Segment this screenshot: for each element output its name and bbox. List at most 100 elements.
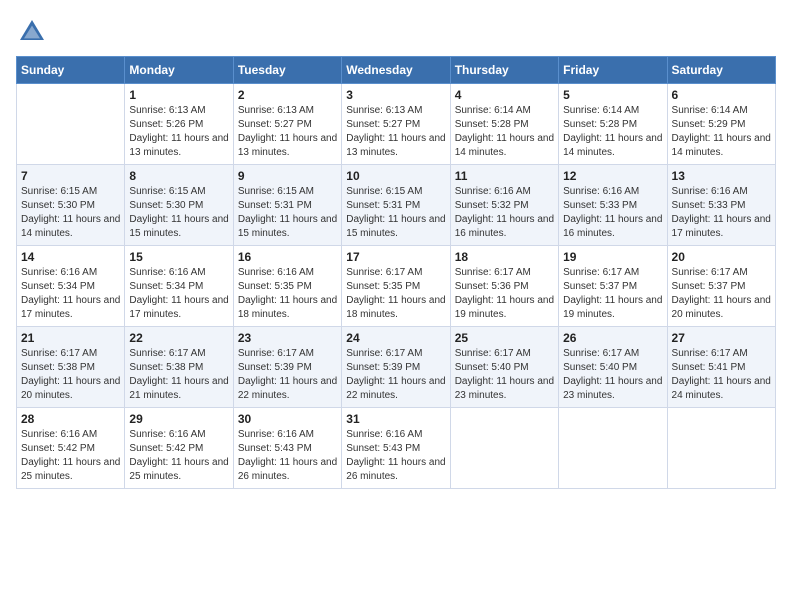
- day-number: 27: [672, 331, 771, 345]
- day-detail: Sunrise: 6:17 AMSunset: 5:38 PMDaylight:…: [129, 347, 228, 403]
- day-number: 17: [346, 250, 445, 264]
- day-number: 22: [129, 331, 228, 345]
- calendar-cell: [450, 408, 558, 489]
- day-detail: Sunrise: 6:15 AMSunset: 5:31 PMDaylight:…: [238, 185, 337, 241]
- day-detail: Sunrise: 6:14 AMSunset: 5:29 PMDaylight:…: [672, 104, 771, 160]
- day-detail: Sunrise: 6:16 AMSunset: 5:33 PMDaylight:…: [672, 185, 771, 241]
- calendar-cell: 29 Sunrise: 6:16 AMSunset: 5:42 PMDayligh…: [125, 408, 233, 489]
- calendar-cell: 6 Sunrise: 6:14 AMSunset: 5:29 PMDaylight…: [667, 84, 775, 165]
- calendar-cell: [17, 84, 125, 165]
- day-number: 4: [455, 88, 554, 102]
- calendar-cell: 17 Sunrise: 6:17 AMSunset: 5:35 PMDayligh…: [342, 246, 450, 327]
- day-detail: Sunrise: 6:16 AMSunset: 5:42 PMDaylight:…: [129, 428, 228, 484]
- weekday-header: Monday: [125, 57, 233, 84]
- calendar-cell: 25Sunrise: 6:17 AMSunset: 5:40 PMDayligh…: [450, 327, 558, 408]
- day-number: 11: [455, 169, 554, 183]
- calendar-cell: [667, 408, 775, 489]
- day-number: 24: [346, 331, 445, 345]
- day-detail: Sunrise: 6:17 AMSunset: 5:37 PMDaylight:…: [672, 266, 771, 322]
- day-detail: Sunrise: 6:14 AMSunset: 5:28 PMDaylight:…: [563, 104, 662, 160]
- day-detail: Sunrise: 6:17 AMSunset: 5:35 PMDaylight:…: [346, 266, 445, 322]
- day-detail: Sunrise: 6:15 AMSunset: 5:30 PMDaylight:…: [21, 185, 120, 241]
- calendar-cell: [559, 408, 667, 489]
- day-detail: Sunrise: 6:13 AMSunset: 5:27 PMDaylight:…: [346, 104, 445, 160]
- calendar-cell: 18 Sunrise: 6:17 AMSunset: 5:36 PMDayligh…: [450, 246, 558, 327]
- day-detail: Sunrise: 6:17 AMSunset: 5:39 PMDaylight:…: [238, 347, 337, 403]
- day-number: 2: [238, 88, 337, 102]
- day-number: 25: [455, 331, 554, 345]
- day-number: 14: [21, 250, 120, 264]
- day-detail: Sunrise: 6:13 AMSunset: 5:27 PMDaylight:…: [238, 104, 337, 160]
- calendar-cell: 11 Sunrise: 6:16 AMSunset: 5:32 PMDayligh…: [450, 165, 558, 246]
- calendar-cell: 28Sunrise: 6:16 AMSunset: 5:42 PMDayligh…: [17, 408, 125, 489]
- day-number: 30: [238, 412, 337, 426]
- day-detail: Sunrise: 6:16 AMSunset: 5:35 PMDaylight:…: [238, 266, 337, 322]
- day-detail: Sunrise: 6:16 AMSunset: 5:34 PMDaylight:…: [21, 266, 120, 322]
- calendar-week-row: 7 Sunrise: 6:15 AMSunset: 5:30 PMDaylight…: [17, 165, 776, 246]
- calendar-cell: 24 Sunrise: 6:17 AMSunset: 5:39 PMDayligh…: [342, 327, 450, 408]
- calendar-cell: 7 Sunrise: 6:15 AMSunset: 5:30 PMDaylight…: [17, 165, 125, 246]
- day-detail: Sunrise: 6:16 AMSunset: 5:34 PMDaylight:…: [129, 266, 228, 322]
- day-number: 21: [21, 331, 120, 345]
- day-number: 23: [238, 331, 337, 345]
- calendar-cell: 3 Sunrise: 6:13 AMSunset: 5:27 PMDaylight…: [342, 84, 450, 165]
- calendar-cell: 19 Sunrise: 6:17 AMSunset: 5:37 PMDayligh…: [559, 246, 667, 327]
- calendar-cell: 26Sunrise: 6:17 AMSunset: 5:40 PMDayligh…: [559, 327, 667, 408]
- day-detail: Sunrise: 6:16 AMSunset: 5:42 PMDaylight:…: [21, 428, 120, 484]
- day-number: 10: [346, 169, 445, 183]
- day-number: 8: [129, 169, 228, 183]
- day-detail: Sunrise: 6:16 AMSunset: 5:32 PMDaylight:…: [455, 185, 554, 241]
- day-detail: Sunrise: 6:17 AMSunset: 5:41 PMDaylight:…: [672, 347, 771, 403]
- day-number: 15: [129, 250, 228, 264]
- calendar-cell: 31 Sunrise: 6:16 AMSunset: 5:43 PMDayligh…: [342, 408, 450, 489]
- calendar-cell: 12Sunrise: 6:16 AMSunset: 5:33 PMDayligh…: [559, 165, 667, 246]
- day-number: 3: [346, 88, 445, 102]
- weekday-header: Sunday: [17, 57, 125, 84]
- day-detail: Sunrise: 6:15 AMSunset: 5:31 PMDaylight:…: [346, 185, 445, 241]
- calendar-week-row: 14 Sunrise: 6:16 AMSunset: 5:34 PMDayligh…: [17, 246, 776, 327]
- day-number: 31: [346, 412, 445, 426]
- day-number: 7: [21, 169, 120, 183]
- day-number: 16: [238, 250, 337, 264]
- calendar-week-row: 28Sunrise: 6:16 AMSunset: 5:42 PMDayligh…: [17, 408, 776, 489]
- day-detail: Sunrise: 6:16 AMSunset: 5:43 PMDaylight:…: [238, 428, 337, 484]
- day-number: 5: [563, 88, 662, 102]
- day-detail: Sunrise: 6:16 AMSunset: 5:43 PMDaylight:…: [346, 428, 445, 484]
- weekday-header: Friday: [559, 57, 667, 84]
- logo-icon: [16, 16, 48, 48]
- calendar-week-row: 21 Sunrise: 6:17 AMSunset: 5:38 PMDayligh…: [17, 327, 776, 408]
- calendar-cell: 16 Sunrise: 6:16 AMSunset: 5:35 PMDayligh…: [233, 246, 341, 327]
- calendar-cell: 5 Sunrise: 6:14 AMSunset: 5:28 PMDaylight…: [559, 84, 667, 165]
- day-detail: Sunrise: 6:13 AMSunset: 5:26 PMDaylight:…: [129, 104, 228, 160]
- calendar-week-row: 1Sunrise: 6:13 AMSunset: 5:26 PMDaylight…: [17, 84, 776, 165]
- day-number: 29: [129, 412, 228, 426]
- calendar-cell: 21 Sunrise: 6:17 AMSunset: 5:38 PMDayligh…: [17, 327, 125, 408]
- weekday-header: Wednesday: [342, 57, 450, 84]
- day-detail: Sunrise: 6:17 AMSunset: 5:39 PMDaylight:…: [346, 347, 445, 403]
- calendar-cell: 20 Sunrise: 6:17 AMSunset: 5:37 PMDayligh…: [667, 246, 775, 327]
- weekday-header: Tuesday: [233, 57, 341, 84]
- day-detail: Sunrise: 6:17 AMSunset: 5:40 PMDaylight:…: [563, 347, 662, 403]
- logo: [16, 16, 54, 48]
- day-number: 9: [238, 169, 337, 183]
- day-detail: Sunrise: 6:17 AMSunset: 5:36 PMDaylight:…: [455, 266, 554, 322]
- day-detail: Sunrise: 6:17 AMSunset: 5:37 PMDaylight:…: [563, 266, 662, 322]
- calendar-cell: 9 Sunrise: 6:15 AMSunset: 5:31 PMDaylight…: [233, 165, 341, 246]
- day-number: 18: [455, 250, 554, 264]
- calendar-cell: 23 Sunrise: 6:17 AMSunset: 5:39 PMDayligh…: [233, 327, 341, 408]
- calendar-cell: 14 Sunrise: 6:16 AMSunset: 5:34 PMDayligh…: [17, 246, 125, 327]
- calendar-cell: 10 Sunrise: 6:15 AMSunset: 5:31 PMDayligh…: [342, 165, 450, 246]
- day-detail: Sunrise: 6:17 AMSunset: 5:38 PMDaylight:…: [21, 347, 120, 403]
- day-number: 6: [672, 88, 771, 102]
- calendar-cell: 27 Sunrise: 6:17 AMSunset: 5:41 PMDayligh…: [667, 327, 775, 408]
- calendar-cell: 1Sunrise: 6:13 AMSunset: 5:26 PMDaylight…: [125, 84, 233, 165]
- day-number: 20: [672, 250, 771, 264]
- weekday-header-row: SundayMondayTuesdayWednesdayThursdayFrid…: [17, 57, 776, 84]
- calendar-cell: 2 Sunrise: 6:13 AMSunset: 5:27 PMDaylight…: [233, 84, 341, 165]
- calendar-cell: 15 Sunrise: 6:16 AMSunset: 5:34 PMDayligh…: [125, 246, 233, 327]
- day-number: 19: [563, 250, 662, 264]
- page-header: [16, 16, 776, 48]
- calendar-table: SundayMondayTuesdayWednesdayThursdayFrid…: [16, 56, 776, 489]
- calendar-cell: 4Sunrise: 6:14 AMSunset: 5:28 PMDaylight…: [450, 84, 558, 165]
- calendar-cell: 13Sunrise: 6:16 AMSunset: 5:33 PMDayligh…: [667, 165, 775, 246]
